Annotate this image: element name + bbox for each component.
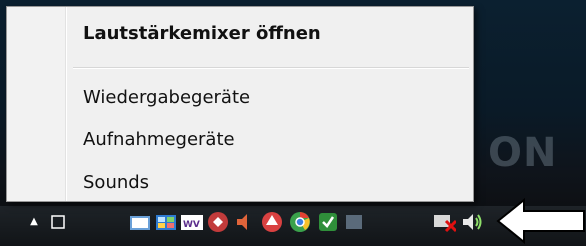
- antivirus-icon[interactable]: [260, 210, 284, 234]
- menu-item-sounds[interactable]: Sounds: [69, 168, 469, 198]
- menu-item-open-volume-mixer[interactable]: Lautstärkemixer öffnen: [69, 19, 469, 49]
- desktop-brand-text: ON: [488, 130, 558, 176]
- menu-separator: [73, 67, 469, 69]
- wmv-icon[interactable]: WV: [180, 210, 204, 234]
- shield-red-icon[interactable]: [206, 210, 230, 234]
- volume-context-menu: Lautstärkemixer öffnen Wiedergabegeräte …: [6, 6, 474, 202]
- menu-item-playback-devices[interactable]: Wiedergabegeräte: [69, 83, 469, 113]
- show-hidden-icon[interactable]: ▲: [22, 210, 46, 234]
- chrome-icon[interactable]: [288, 210, 312, 234]
- speaker-icon[interactable]: [460, 210, 484, 234]
- menu-item-recording-devices[interactable]: Aufnahmegeräte: [69, 125, 469, 155]
- audio-icon[interactable]: [232, 210, 256, 234]
- annotation-arrow-icon: [496, 198, 585, 244]
- network-icon[interactable]: [128, 210, 152, 234]
- menu-icon-gutter: [7, 7, 66, 201]
- grid-app-icon[interactable]: [154, 210, 178, 234]
- network-error-icon[interactable]: [432, 210, 456, 234]
- check-shield-icon[interactable]: [316, 210, 340, 234]
- gutter-divider: [66, 7, 67, 201]
- app-icon[interactable]: [46, 210, 70, 234]
- svg-text:WV: WV: [183, 220, 200, 230]
- security-center-icon[interactable]: [342, 210, 366, 234]
